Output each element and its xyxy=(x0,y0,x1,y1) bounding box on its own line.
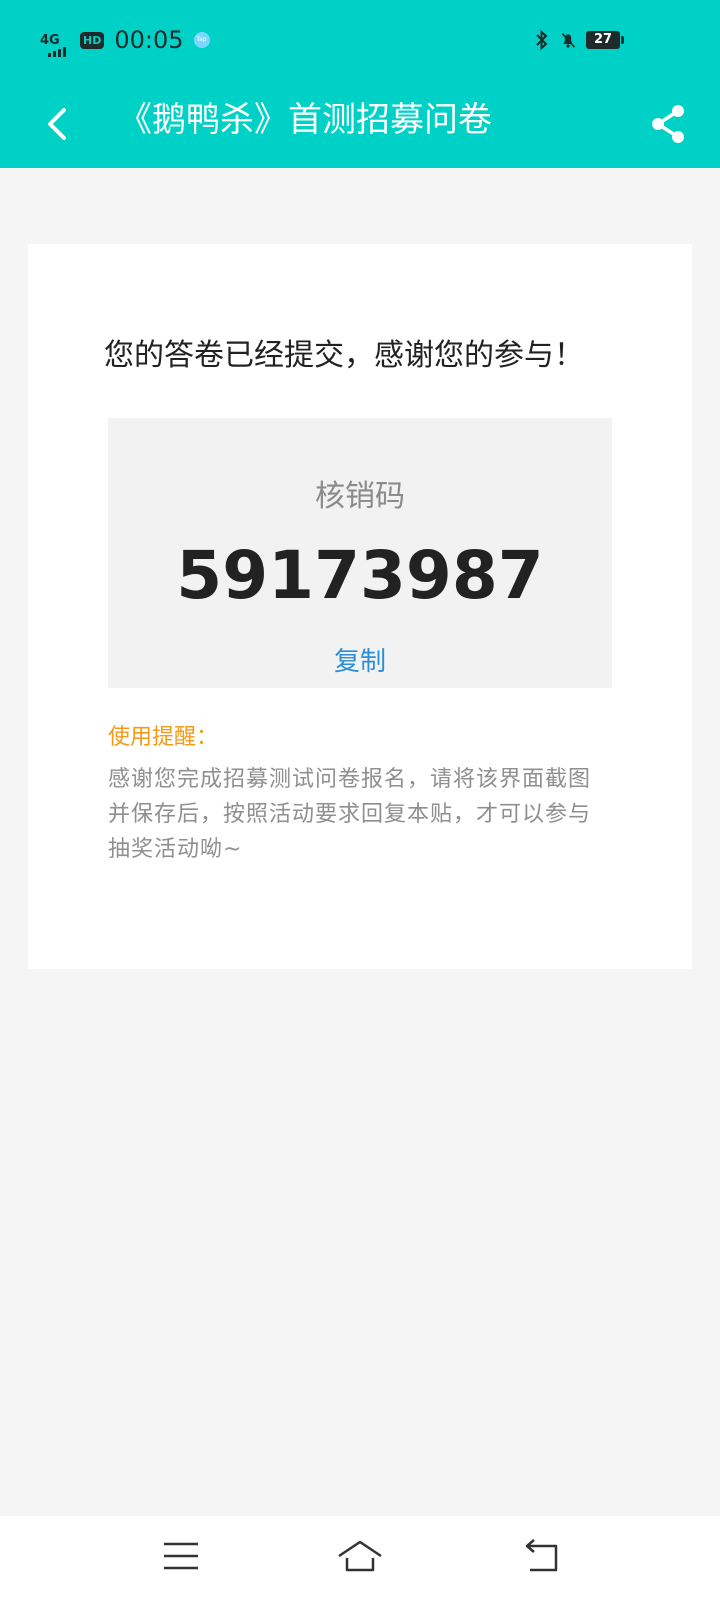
title-bar: 《鹅鸭杀》首测招募问卷 xyxy=(0,80,720,168)
bluetooth-icon xyxy=(536,29,548,51)
network-type: 4G xyxy=(40,32,60,48)
status-right: 27 xyxy=(534,28,624,52)
chevron-left-icon[interactable] xyxy=(34,100,82,148)
battery-indicator: 27 xyxy=(586,31,624,49)
status-bar: 4G HD 00:05 Tap 27 xyxy=(0,0,720,80)
result-card: 您的答卷已经提交，感谢您的参与！ 核销码 59173987 复制 使用提醒： 感… xyxy=(28,244,692,969)
tap-app-icon: Tap xyxy=(193,32,210,48)
share-icon[interactable] xyxy=(644,100,692,148)
page-title: 《鹅鸭杀》首测招募问卷 xyxy=(118,100,492,140)
status-time: 00:05 xyxy=(114,26,184,54)
mute-bell-icon xyxy=(561,33,575,48)
success-message: 您的答卷已经提交，感谢您的参与！ xyxy=(104,338,584,373)
reminder-text: 感谢您完成招募测试问卷报名，请将该界面截图并保存后，按照活动要求回复本贴，才可以… xyxy=(108,767,592,862)
hd-badge: HD xyxy=(80,31,105,49)
menu-icon[interactable] xyxy=(158,1536,204,1576)
code-value: 59173987 xyxy=(176,537,544,614)
navigation-bar xyxy=(0,1516,720,1600)
back-icon[interactable] xyxy=(520,1536,566,1576)
signal-icon: 4G xyxy=(40,32,72,57)
status-left: 4G HD 00:05 Tap xyxy=(40,22,210,58)
verification-code-box: 核销码 59173987 复制 xyxy=(108,418,612,688)
signal-bars xyxy=(48,46,66,57)
reminder-title: 使用提醒： xyxy=(108,725,219,750)
copy-button[interactable]: 复制 xyxy=(108,644,612,680)
code-label: 核销码 xyxy=(315,479,405,514)
home-icon[interactable] xyxy=(337,1536,383,1576)
